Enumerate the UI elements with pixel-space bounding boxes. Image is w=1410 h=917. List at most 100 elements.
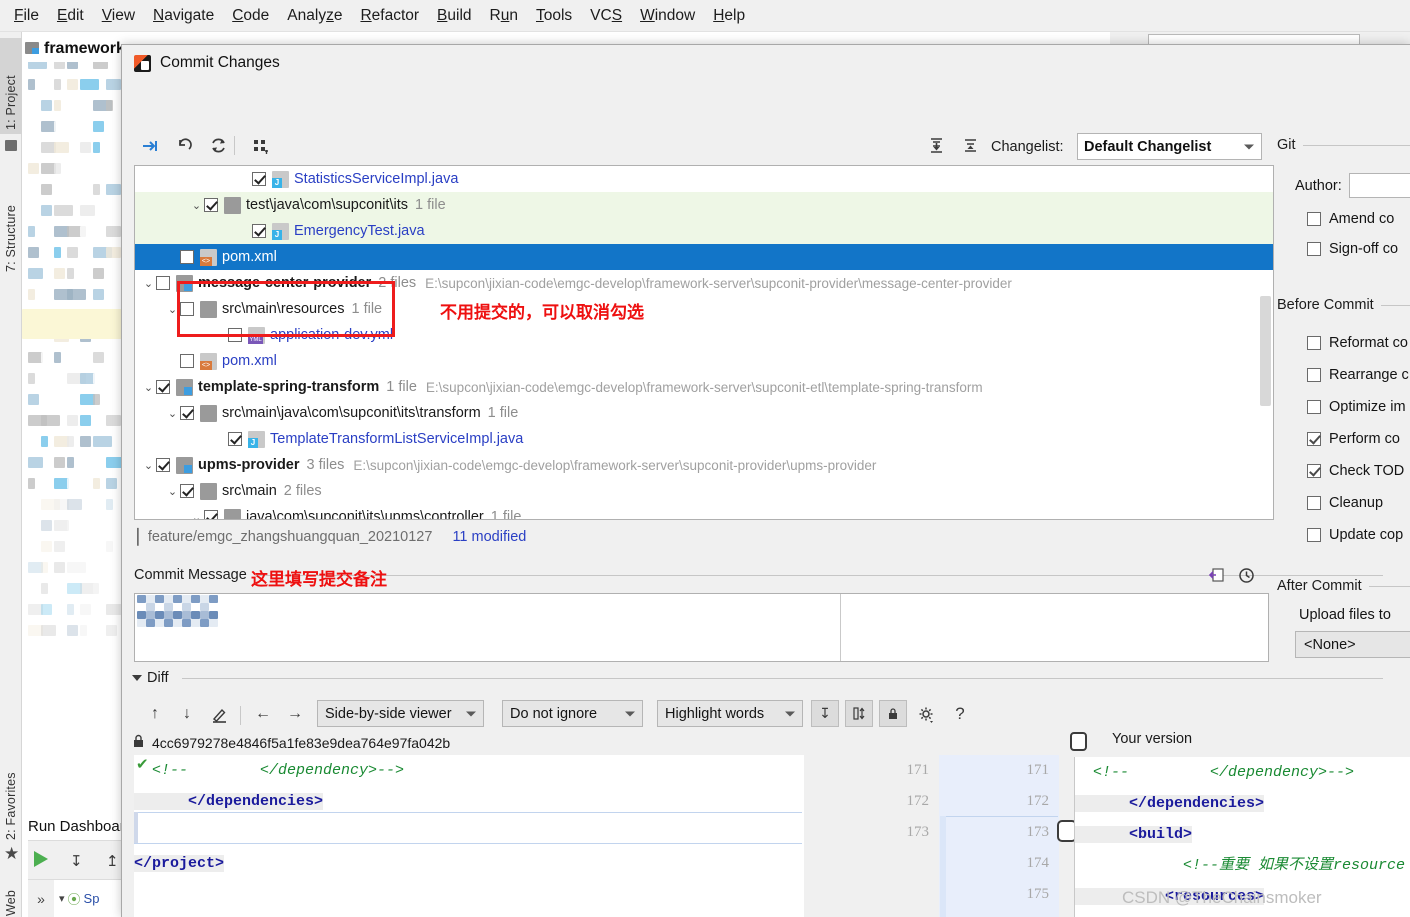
changelist-dropdown[interactable]: Default Changelist — [1077, 133, 1262, 160]
clock-icon[interactable] — [1236, 565, 1256, 585]
row-checkbox[interactable] — [180, 302, 194, 316]
update-copyright-option[interactable]: Update cop — [1307, 527, 1403, 543]
menu-item-run[interactable]: Run — [482, 4, 526, 28]
chevron-down-icon[interactable]: ⌄ — [189, 504, 204, 520]
chevron-down-icon[interactable]: ⌄ — [165, 478, 180, 504]
row-checkbox[interactable] — [204, 510, 218, 519]
menu-item-vcs[interactable]: VCS — [582, 4, 630, 28]
chevron-down-icon[interactable]: ⌄ — [165, 400, 180, 426]
checkbox[interactable] — [1307, 368, 1321, 382]
menu-item-window[interactable]: Window — [632, 4, 703, 28]
table-row[interactable]: ⌄ src\main\resources 1 file — [135, 296, 1273, 322]
table-row[interactable]: ⌄ src\main 2 files — [135, 478, 1273, 504]
reformat-code-option[interactable]: Reformat co — [1307, 335, 1408, 351]
menu-item-code[interactable]: Code — [224, 4, 277, 28]
table-row[interactable]: ⌄ template-spring-transform 1 file E:\supco… — [135, 374, 1273, 400]
collapse-all-icon[interactable]: ↥ — [106, 852, 119, 870]
row-checkbox[interactable] — [156, 380, 170, 394]
table-row[interactable]: StatisticsServiceImpl.java — [135, 166, 1273, 192]
collapse-unchanged-icon[interactable]: ↧ — [811, 700, 839, 727]
table-row[interactable]: pom.xml — [135, 244, 1273, 270]
checkbox[interactable] — [1307, 400, 1321, 414]
align-changes-icon[interactable] — [845, 700, 873, 727]
row-checkbox[interactable] — [180, 406, 194, 420]
check-todo-option[interactable]: Check TOD — [1307, 463, 1404, 479]
expand-more-button[interactable]: » — [28, 880, 54, 917]
optimize-imports-option[interactable]: Optimize im — [1307, 399, 1406, 415]
menu-item-file[interactable]: File — [6, 4, 47, 28]
revert-icon[interactable] — [170, 131, 198, 159]
paste-icon[interactable] — [1206, 565, 1226, 585]
commit-message-input[interactable] — [134, 593, 1269, 662]
changes-tree[interactable]: StatisticsServiceImpl.java ⌄ test\java\com… — [134, 165, 1274, 520]
row-checkbox[interactable] — [180, 354, 194, 368]
menu-item-edit[interactable]: Edit — [49, 4, 92, 28]
table-row[interactable]: ⌄ test\java\com\supconit\its 1 file — [135, 192, 1273, 218]
group-by-icon[interactable] — [246, 131, 274, 159]
perform-code-analysis-option[interactable]: Perform co — [1307, 431, 1400, 447]
your-version-checkbox[interactable] — [1070, 732, 1087, 751]
upload-target-dropdown[interactable]: <None> — [1295, 631, 1410, 658]
row-checkbox[interactable] — [156, 276, 170, 290]
table-row[interactable]: ⌄ upms-provider 3 files E:\supcon\jixian-co… — [135, 452, 1273, 478]
menu-item-refactor[interactable]: Refactor — [352, 4, 427, 28]
row-checkbox[interactable] — [252, 172, 266, 186]
expand-all-icon[interactable] — [922, 131, 950, 159]
table-row[interactable]: application-dev.yml — [135, 322, 1273, 348]
modified-count[interactable]: 11 modified — [452, 529, 526, 545]
help-icon[interactable]: ? — [947, 701, 973, 727]
row-checkbox[interactable] — [228, 328, 242, 342]
diff-left-pane[interactable]: <!-- </dependency>--> </dependencies> </… — [134, 755, 804, 917]
edit-source-icon[interactable] — [206, 701, 232, 727]
viewer-mode-dropdown[interactable]: Side-by-side viewer — [317, 700, 484, 727]
menu-item-view[interactable]: View — [94, 4, 143, 28]
gear-icon[interactable] — [913, 701, 939, 727]
checkbox[interactable] — [1307, 464, 1321, 478]
chevron-down-icon[interactable]: ⌄ — [141, 270, 156, 296]
diff-section-header[interactable]: Diff — [132, 668, 1389, 688]
menu-item-analyze[interactable]: Analyze — [279, 4, 350, 28]
chevron-down-icon[interactable]: ⌄ — [141, 452, 156, 478]
row-checkbox[interactable] — [252, 224, 266, 238]
diff-accept-check-icon[interactable]: ✔ — [136, 755, 149, 773]
chevron-down-icon[interactable]: ⌄ — [189, 192, 204, 218]
table-row[interactable]: TemplateTransformListServiceImpl.java — [135, 426, 1273, 452]
sidebar-item-structure[interactable]: 7: Structure — [0, 164, 22, 276]
accept-left-icon[interactable]: ← — [250, 701, 276, 727]
row-checkbox[interactable] — [180, 484, 194, 498]
sidebar-item-favorites[interactable]: 2: Favorites — [0, 740, 22, 844]
table-row[interactable]: ⌄ java\com\supconit\its\upms\controller 1 … — [135, 504, 1273, 520]
table-row[interactable]: ⌄ message-center-provider 2 files E:\supcon… — [135, 270, 1273, 296]
table-row[interactable]: EmergencyTest.java — [135, 218, 1273, 244]
chevron-down-icon[interactable]: ⌄ — [165, 296, 180, 322]
menu-item-help[interactable]: Help — [705, 4, 753, 28]
chevron-down-icon[interactable]: ⌄ — [141, 374, 156, 400]
next-difference-icon[interactable]: ↓ — [174, 701, 200, 727]
expand-all-icon[interactable]: ↧ — [70, 852, 83, 870]
row-checkbox[interactable] — [204, 198, 218, 212]
row-checkbox[interactable] — [180, 250, 194, 264]
sidebar-item-project[interactable]: 1: Project — [0, 38, 22, 134]
accept-right-icon[interactable]: → — [282, 701, 308, 727]
checkbox[interactable] — [1307, 496, 1321, 510]
collapse-all-icon[interactable] — [956, 131, 984, 159]
rearrange-code-option[interactable]: Rearrange c — [1307, 367, 1409, 383]
checkbox[interactable] — [1307, 212, 1321, 226]
amend-commit-option[interactable]: Amend co — [1307, 211, 1394, 227]
highlight-dropdown[interactable]: Highlight words — [657, 700, 803, 727]
menu-item-navigate[interactable]: Navigate — [145, 4, 222, 28]
tree-scrollbar[interactable] — [1260, 296, 1271, 406]
lock-icon[interactable] — [879, 700, 907, 727]
checkbox[interactable] — [1307, 528, 1321, 542]
commit-message-textarea[interactable] — [135, 594, 841, 661]
signoff-commit-option[interactable]: Sign-off co — [1307, 241, 1398, 257]
cleanup-option[interactable]: Cleanup — [1307, 495, 1383, 511]
row-checkbox[interactable] — [156, 458, 170, 472]
refresh-icon[interactable] — [204, 131, 232, 159]
previous-difference-icon[interactable]: ↑ — [142, 701, 168, 727]
table-row[interactable]: ⌄ src\main\java\com\supconit\its\transfor… — [135, 400, 1273, 426]
checkbox[interactable] — [1307, 432, 1321, 446]
menu-item-build[interactable]: Build — [429, 4, 479, 28]
menu-item-tools[interactable]: Tools — [528, 4, 580, 28]
table-row[interactable]: pom.xml — [135, 348, 1273, 374]
